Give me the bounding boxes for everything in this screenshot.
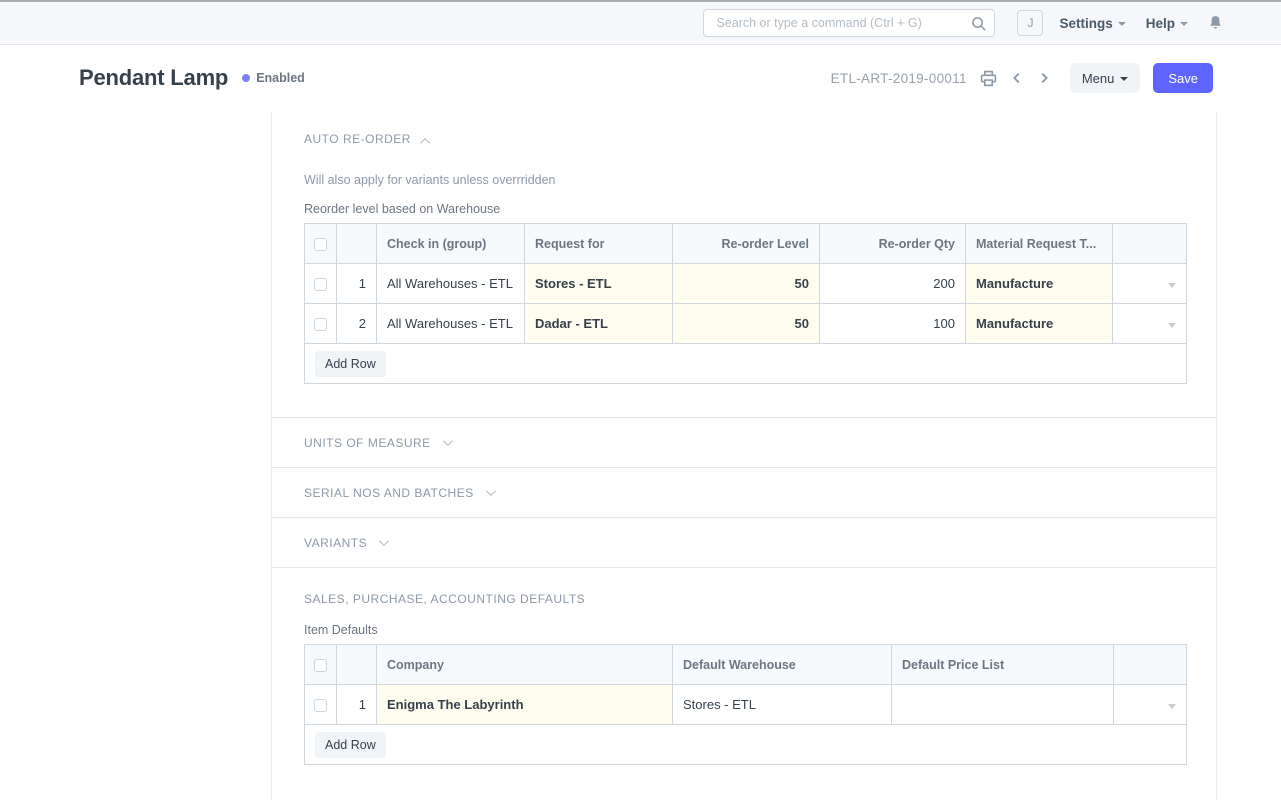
select-all-checkbox[interactable] — [305, 645, 337, 685]
column-header-blank — [1113, 224, 1187, 264]
prev-doc-chevron-left-icon[interactable] — [1010, 71, 1024, 85]
grid-cell[interactable]: All Warehouses - ETL — [377, 304, 525, 344]
row-index[interactable]: 2 — [337, 304, 377, 344]
grid-cell[interactable]: 50 — [673, 304, 820, 344]
grid-cell[interactable]: Manufacture — [966, 264, 1113, 304]
save-button[interactable]: Save — [1153, 63, 1213, 93]
grid-cell[interactable]: 100 — [820, 304, 966, 344]
grid-field-label: Reorder level based on Warehouse — [304, 202, 1184, 216]
settings-label: Settings — [1059, 16, 1112, 31]
chevron-down-icon — [1180, 22, 1188, 26]
row-index[interactable]: 1 — [337, 264, 377, 304]
grid-field-label: Item Defaults — [304, 623, 1184, 637]
column-header[interactable]: Re-order Level — [673, 224, 820, 264]
table-row: 2All Warehouses - ETLDadar - ETL50100Man… — [305, 304, 1187, 344]
section-title: AUTO RE-ORDER — [304, 132, 411, 146]
reorder-table: Check in (group)Request forRe-order Leve… — [304, 223, 1187, 384]
section-serial-nos-and-batches: SERIAL NOS AND BATCHES — [272, 468, 1216, 518]
column-header[interactable]: Default Warehouse — [673, 645, 892, 685]
notifications-bell-icon[interactable] — [1208, 15, 1223, 31]
grid-cell[interactable]: Enigma The Labyrinth — [377, 685, 673, 725]
user-avatar[interactable]: J — [1017, 10, 1043, 36]
row-index[interactable]: 1 — [337, 685, 377, 725]
table-row: 1Enigma The LabyrinthStores - ETL — [305, 685, 1187, 725]
column-header[interactable]: Re-order Qty — [820, 224, 966, 264]
document-id: ETL-ART-2019-00011 — [831, 71, 967, 86]
top-navbar: J Settings Help — [0, 0, 1281, 45]
global-search — [703, 9, 995, 37]
section-auto-reorder: AUTO RE-ORDER Will also apply for varian… — [272, 111, 1216, 418]
row-index-header — [337, 645, 377, 685]
help-menu[interactable]: Help — [1146, 16, 1188, 31]
section-head-variants[interactable]: VARIANTS — [304, 536, 386, 550]
help-text: Will also apply for variants unless over… — [304, 173, 1184, 187]
section-head-sales-defaults[interactable]: SALES, PURCHASE, ACCOUNTING DEFAULTS — [304, 592, 1184, 606]
page-head: Pendant Lamp Enabled ETL-ART-2019-00011 … — [0, 45, 1281, 111]
section-title: VARIANTS — [304, 536, 367, 550]
column-header[interactable]: Material Request T... — [966, 224, 1113, 264]
section-variants: VARIANTS — [272, 518, 1216, 568]
add-row-button[interactable]: Add Row — [315, 351, 386, 377]
grid-cell[interactable]: 50 — [673, 264, 820, 304]
column-header[interactable]: Default Price List — [892, 645, 1114, 685]
row-open-caret-icon[interactable] — [1114, 685, 1187, 725]
row-open-caret-icon[interactable] — [1113, 264, 1187, 304]
section-title: SALES, PURCHASE, ACCOUNTING DEFAULTS — [304, 592, 585, 606]
grid-cell[interactable]: 200 — [820, 264, 966, 304]
search-input[interactable] — [703, 9, 995, 37]
grid-cell[interactable]: Dadar - ETL — [525, 304, 673, 344]
column-header-blank — [1114, 645, 1187, 685]
form-body: AUTO RE-ORDER Will also apply for varian… — [271, 111, 1217, 800]
item-defaults-table: CompanyDefault WarehouseDefault Price Li… — [304, 644, 1187, 765]
section-head-serial-nos-and-batches[interactable]: SERIAL NOS AND BATCHES — [304, 486, 493, 500]
status-dot-icon — [242, 74, 250, 82]
chevron-down-icon — [443, 436, 453, 446]
column-header[interactable]: Company — [377, 645, 673, 685]
status-label: Enabled — [256, 71, 305, 85]
table-row: 1All Warehouses - ETLStores - ETL50200Ma… — [305, 264, 1187, 304]
chevron-down-icon — [1120, 77, 1128, 81]
section-units-of-measure: UNITS OF MEASURE — [272, 418, 1216, 468]
help-label: Help — [1146, 16, 1175, 31]
add-row-button[interactable]: Add Row — [315, 732, 386, 758]
section-head-units-of-measure[interactable]: UNITS OF MEASURE — [304, 436, 450, 450]
next-doc-chevron-right-icon[interactable] — [1037, 71, 1051, 85]
grid-cell[interactable] — [892, 685, 1114, 725]
row-index-header — [337, 224, 377, 264]
row-checkbox[interactable] — [305, 264, 337, 304]
menu-label: Menu — [1082, 71, 1115, 86]
select-all-checkbox[interactable] — [305, 224, 337, 264]
row-checkbox[interactable] — [305, 304, 337, 344]
section-head-auto-reorder[interactable]: AUTO RE-ORDER — [304, 132, 1184, 146]
grid-cell[interactable]: Manufacture — [966, 304, 1113, 344]
row-open-caret-icon[interactable] — [1113, 304, 1187, 344]
print-icon[interactable] — [980, 70, 997, 87]
grid-cell[interactable]: Stores - ETL — [673, 685, 892, 725]
chevron-down-icon — [486, 486, 496, 496]
section-title: UNITS OF MEASURE — [304, 436, 431, 450]
chevron-up-icon — [420, 137, 430, 147]
page-title: Pendant Lamp — [79, 65, 228, 91]
grid-cell[interactable]: All Warehouses - ETL — [377, 264, 525, 304]
section-title: SERIAL NOS AND BATCHES — [304, 486, 474, 500]
search-icon[interactable] — [971, 16, 986, 36]
row-checkbox[interactable] — [305, 685, 337, 725]
chevron-down-icon — [379, 536, 389, 546]
column-header[interactable]: Request for — [525, 224, 673, 264]
status-badge: Enabled — [242, 71, 305, 85]
settings-menu[interactable]: Settings — [1059, 16, 1125, 31]
menu-button[interactable]: Menu — [1070, 63, 1141, 93]
column-header[interactable]: Check in (group) — [377, 224, 525, 264]
section-sales-defaults: SALES, PURCHASE, ACCOUNTING DEFAULTS Ite… — [272, 568, 1216, 795]
grid-cell[interactable]: Stores - ETL — [525, 264, 673, 304]
chevron-down-icon — [1118, 22, 1126, 26]
